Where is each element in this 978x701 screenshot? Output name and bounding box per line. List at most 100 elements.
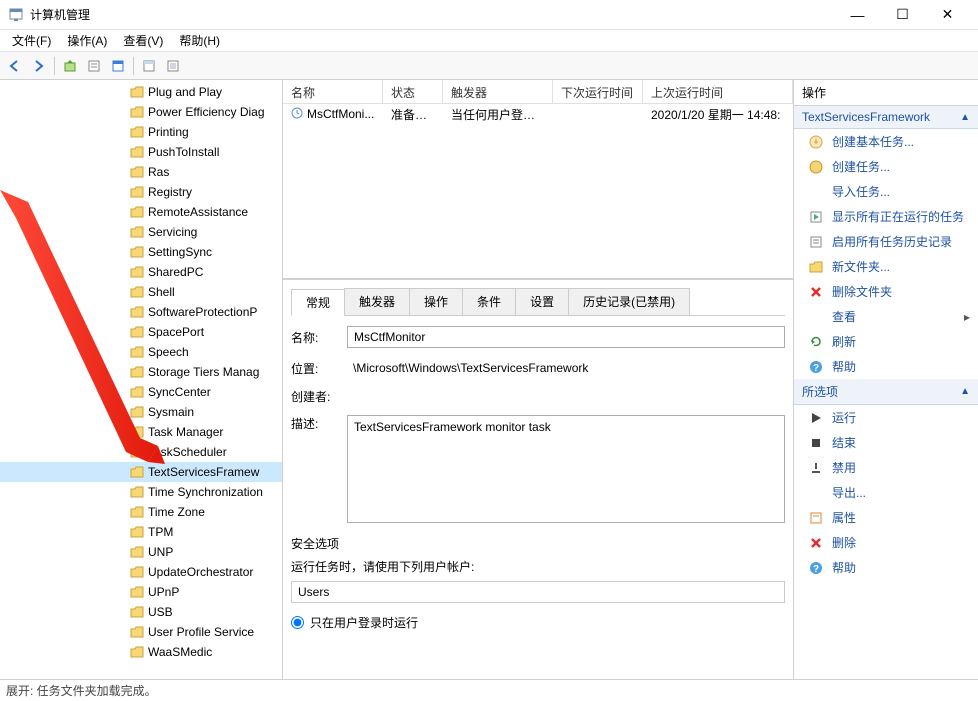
tree-item[interactable]: Time Zone	[0, 502, 282, 522]
tree-item[interactable]: UpdateOrchestrator	[0, 562, 282, 582]
menu-help[interactable]: 帮助(H)	[171, 30, 228, 51]
tree-item-label: UNP	[148, 545, 173, 559]
tree-item[interactable]: Servicing	[0, 222, 282, 242]
action-delete[interactable]: 删除	[794, 530, 978, 555]
col-status[interactable]: 状态	[383, 80, 443, 103]
action-create-task[interactable]: 创建任务...	[794, 154, 978, 179]
tree-item[interactable]: SharedPC	[0, 262, 282, 282]
svg-text:?: ?	[813, 564, 819, 575]
action-view[interactable]: 查看 ▸	[794, 304, 978, 329]
task-list: 名称 状态 触发器 下次运行时间 上次运行时间 MsCtfMoni... 准备就…	[283, 80, 793, 280]
folder-icon	[130, 506, 144, 518]
tree-item[interactable]: User Profile Service	[0, 622, 282, 642]
task-rows[interactable]: MsCtfMoni... 准备就绪 当任何用户登录时 2020/1/20 星期一…	[283, 104, 793, 278]
tree-item-label: Printing	[148, 125, 189, 139]
back-button[interactable]	[4, 55, 26, 77]
actions-group-selected[interactable]: 所选项 ▲	[794, 379, 978, 405]
properties-icon[interactable]	[83, 55, 105, 77]
tree-item[interactable]: SettingSync	[0, 242, 282, 262]
tree-item[interactable]: Power Efficiency Diag	[0, 102, 282, 122]
menu-action[interactable]: 操作(A)	[59, 30, 115, 51]
folder-icon	[130, 646, 144, 658]
tree-item-label: UPnP	[148, 585, 179, 599]
tree-item[interactable]: USB	[0, 602, 282, 622]
tree-item[interactable]: Speech	[0, 342, 282, 362]
tab-actions[interactable]: 操作	[409, 288, 463, 315]
action-show-running[interactable]: 显示所有正在运行的任务	[794, 204, 978, 229]
action-delete-folder[interactable]: 删除文件夹	[794, 279, 978, 304]
stop-icon	[808, 435, 824, 451]
action-refresh[interactable]: 刷新	[794, 329, 978, 354]
action-help[interactable]: ? 帮助	[794, 354, 978, 379]
col-last[interactable]: 上次运行时间	[643, 80, 793, 103]
action-run[interactable]: 运行	[794, 405, 978, 430]
tree-item-label: Registry	[148, 185, 192, 199]
col-name[interactable]: 名称	[283, 80, 383, 103]
tree-item[interactable]: Printing	[0, 122, 282, 142]
tree-item[interactable]: Sysmain	[0, 402, 282, 422]
tree-item[interactable]: Shell	[0, 282, 282, 302]
menu-file[interactable]: 文件(F)	[4, 30, 59, 51]
tree-item[interactable]: Task Manager	[0, 422, 282, 442]
folder-icon	[130, 546, 144, 558]
tree-item[interactable]: Storage Tiers Manag	[0, 362, 282, 382]
tree-item[interactable]: TaskScheduler	[0, 442, 282, 462]
tree-item[interactable]: Ras	[0, 162, 282, 182]
wizard-icon	[808, 134, 824, 150]
action-export[interactable]: 导出...	[794, 480, 978, 505]
action-create-basic[interactable]: 创建基本任务...	[794, 129, 978, 154]
folder-icon	[130, 226, 144, 238]
help-icon[interactable]	[138, 55, 160, 77]
tree-item[interactable]: PushToInstall	[0, 142, 282, 162]
task-row[interactable]: MsCtfMoni... 准备就绪 当任何用户登录时 2020/1/20 星期一…	[283, 104, 793, 124]
tree-item-label: USB	[148, 605, 173, 619]
folder-icon	[130, 326, 144, 338]
input-desc[interactable]: TextServicesFramework monitor task	[347, 415, 785, 523]
tree-item[interactable]: UPnP	[0, 582, 282, 602]
action-properties[interactable]: 属性	[794, 505, 978, 530]
input-name[interactable]: MsCtfMonitor	[347, 326, 785, 348]
tree-item[interactable]: TextServicesFramew	[0, 462, 282, 482]
tree-item[interactable]: Time Synchronization	[0, 482, 282, 502]
radio-logged-on[interactable]	[291, 616, 304, 629]
tree-item-label: SoftwareProtectionP	[148, 305, 257, 319]
svg-text:?: ?	[813, 363, 819, 374]
maximize-button[interactable]: ☐	[880, 1, 925, 29]
col-trigger[interactable]: 触发器	[443, 80, 553, 103]
clock-icon	[291, 107, 303, 122]
refresh-icon[interactable]	[107, 55, 129, 77]
minimize-button[interactable]: —	[835, 1, 880, 29]
action-disable[interactable]: 禁用	[794, 455, 978, 480]
tree-body[interactable]: Plug and PlayPower Efficiency Diag Printi…	[0, 80, 282, 679]
tree-item[interactable]: SyncCenter	[0, 382, 282, 402]
tree-item[interactable]: WaaSMedic	[0, 642, 282, 662]
label-name: 名称:	[291, 329, 347, 346]
col-next[interactable]: 下次运行时间	[553, 80, 643, 103]
action-enable-history[interactable]: 启用所有任务历史记录	[794, 229, 978, 254]
delete-icon	[808, 284, 824, 300]
action-help-2[interactable]: ? 帮助	[794, 555, 978, 580]
folder-icon	[130, 606, 144, 618]
tree-item[interactable]: TPM	[0, 522, 282, 542]
menu-view[interactable]: 查看(V)	[115, 30, 171, 51]
action-end[interactable]: 结束	[794, 430, 978, 455]
up-icon[interactable]	[59, 55, 81, 77]
actions-group-context[interactable]: TextServicesFramework ▲	[794, 106, 978, 129]
close-button[interactable]: ✕	[925, 1, 970, 29]
play-icon	[808, 410, 824, 426]
forward-button[interactable]	[28, 55, 50, 77]
tab-history[interactable]: 历史记录(已禁用)	[568, 288, 690, 315]
tree-item[interactable]: Registry	[0, 182, 282, 202]
tree-item[interactable]: UNP	[0, 542, 282, 562]
action-new-folder[interactable]: 新文件夹...	[794, 254, 978, 279]
tree-item[interactable]: RemoteAssistance	[0, 202, 282, 222]
action-import-task[interactable]: 导入任务...	[794, 179, 978, 204]
tab-conditions[interactable]: 条件	[462, 288, 516, 315]
tab-triggers[interactable]: 触发器	[344, 288, 410, 315]
tab-general[interactable]: 常规	[291, 289, 345, 316]
tree-item[interactable]: SoftwareProtectionP	[0, 302, 282, 322]
tree-item[interactable]: Plug and Play	[0, 82, 282, 102]
tool-icon-6[interactable]	[162, 55, 184, 77]
tab-settings[interactable]: 设置	[515, 288, 569, 315]
tree-item[interactable]: SpacePort	[0, 322, 282, 342]
